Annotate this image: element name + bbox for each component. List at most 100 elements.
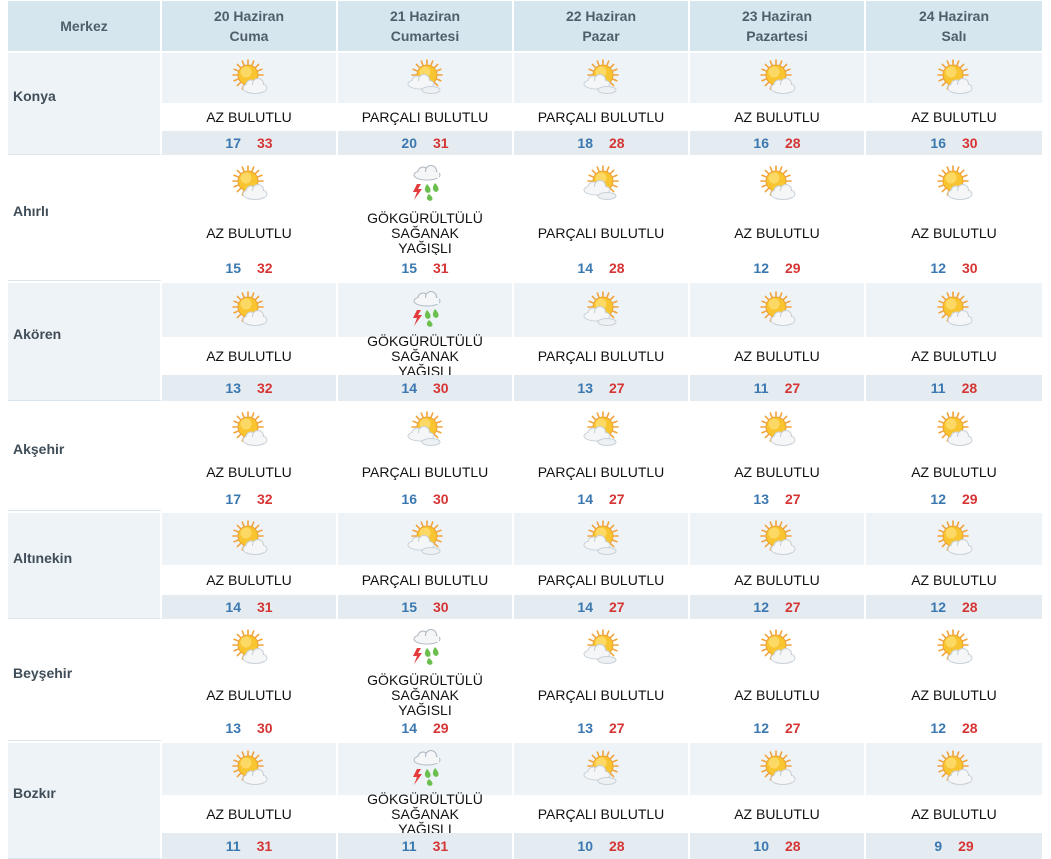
min-temperature: 14 xyxy=(225,599,241,615)
mostly-cloudy-sun-icon xyxy=(514,743,688,795)
max-temperature: 31 xyxy=(257,599,273,615)
max-temperature: 31 xyxy=(256,838,273,854)
temperature-range: 14 27 xyxy=(514,487,688,511)
min-temperature: 14 xyxy=(401,380,417,396)
temperature-range: 18 28 xyxy=(514,131,688,155)
max-temperature: 28 xyxy=(962,599,978,615)
header-day-weekday: Pazar xyxy=(582,28,620,44)
condition-text: AZ BULUTLU xyxy=(866,565,1042,595)
header-day: 24 Haziran Salı xyxy=(866,1,1042,51)
min-temperature: 12 xyxy=(930,491,946,507)
min-temperature: 15 xyxy=(401,260,417,276)
forecast-cell: PARÇALI BULUTLU 10 28 xyxy=(514,743,690,859)
forecast-cell: AZ BULUTLU 14 31 xyxy=(162,513,338,619)
header-day: 23 Haziran Pazartesi xyxy=(690,1,866,51)
forecast-cell: GÖKGÜRÜLTÜLÜ SAĞANAK YAĞIŞLI 11 31 xyxy=(338,743,514,859)
min-temperature: 14 xyxy=(401,720,417,736)
temperature-range: 20 31 xyxy=(338,131,512,155)
partly-cloudy-sun-icon xyxy=(162,743,336,795)
table-row: Konya AZ BULUTLU 17 33 PARÇALI BULUTLU 20 31… xyxy=(8,51,1042,155)
max-temperature: 31 xyxy=(433,135,449,151)
partly-cloudy-sun-icon xyxy=(866,513,1042,565)
temperature-range: 12 28 xyxy=(866,715,1042,741)
min-temperature: 15 xyxy=(401,599,417,615)
max-temperature: 29 xyxy=(433,720,449,736)
min-temperature: 16 xyxy=(401,491,417,507)
min-temperature: 12 xyxy=(753,260,769,276)
header-day: 20 Haziran Cuma xyxy=(162,1,338,51)
mostly-cloudy-sun-icon xyxy=(514,513,688,565)
condition-text: AZ BULUTLU xyxy=(866,211,1042,255)
forecast-cell: GÖKGÜRÜLTÜLÜ SAĞANAK YAĞIŞLI 14 29 xyxy=(338,621,514,741)
header-center: Merkez xyxy=(8,1,162,51)
forecast-cell: PARÇALI BULUTLU 14 27 xyxy=(514,513,690,619)
min-temperature: 17 xyxy=(225,491,241,507)
temperature-range: 16 30 xyxy=(866,131,1042,155)
forecast-cell: AZ BULUTLU 17 32 xyxy=(162,403,338,511)
station-cell: Akören xyxy=(8,283,162,401)
min-temperature: 10 xyxy=(753,838,769,854)
condition-text: GÖKGÜRÜLTÜLÜ SAĞANAK YAĞIŞLI xyxy=(338,672,512,717)
min-temperature: 13 xyxy=(225,720,241,736)
forecast-cell: PARÇALI BULUTLU 13 27 xyxy=(514,283,690,401)
condition-text: PARÇALI BULUTLU xyxy=(514,211,688,255)
min-temperature: 11 xyxy=(930,380,946,396)
max-temperature: 33 xyxy=(257,135,273,151)
condition-text: AZ BULUTLU xyxy=(162,103,336,131)
min-temperature: 16 xyxy=(930,135,946,151)
temperature-range: 16 28 xyxy=(690,131,864,155)
condition-text: AZ BULUTLU xyxy=(866,103,1042,131)
condition-text: AZ BULUTLU xyxy=(690,675,864,715)
table-row: Akören AZ BULUTLU 13 32 GÖKGÜRÜLTÜLÜ SAĞAN… xyxy=(8,281,1042,401)
condition-text: PARÇALI BULUTLU xyxy=(514,795,688,833)
forecast-cell: GÖKGÜRÜLTÜLÜ SAĞANAK YAĞIŞLI 15 31 xyxy=(338,157,514,281)
header-day: 22 Haziran Pazar xyxy=(514,1,690,51)
condition-text: AZ BULUTLU xyxy=(162,795,336,833)
partly-cloudy-sun-icon xyxy=(866,53,1042,103)
temperature-range: 16 30 xyxy=(338,487,512,511)
max-temperature: 30 xyxy=(433,380,449,396)
forecast-cell: AZ BULUTLU 13 30 xyxy=(162,621,338,741)
temperature-range: 11 31 xyxy=(338,833,512,859)
max-temperature: 27 xyxy=(609,720,625,736)
condition-text: AZ BULUTLU xyxy=(866,457,1042,487)
station-cell: Akşehir xyxy=(8,403,162,511)
forecast-cell: PARÇALI BULUTLU 16 30 xyxy=(338,403,514,511)
max-temperature: 28 xyxy=(609,838,625,854)
max-temperature: 27 xyxy=(785,491,801,507)
station-name: Altınekin xyxy=(13,549,73,566)
condition-text: AZ BULUTLU xyxy=(866,675,1042,715)
temperature-range: 13 32 xyxy=(162,375,336,401)
partly-cloudy-sun-icon xyxy=(690,283,864,337)
temperature-range: 11 27 xyxy=(690,375,864,401)
max-temperature: 27 xyxy=(785,599,801,615)
station-cell: Altınekin xyxy=(8,513,162,619)
temperature-range: 11 31 xyxy=(162,833,336,859)
partly-cloudy-sun-icon xyxy=(690,403,864,457)
min-temperature: 12 xyxy=(930,599,946,615)
forecast-cell: AZ BULUTLU 12 28 xyxy=(866,513,1042,619)
condition-text: GÖKGÜRÜLTÜLÜ SAĞANAK YAĞIŞLI xyxy=(338,333,512,378)
min-temperature: 12 xyxy=(753,599,769,615)
min-temperature: 13 xyxy=(577,720,593,736)
condition-text: AZ BULUTLU xyxy=(690,103,864,131)
thunderstorm-rain-icon xyxy=(338,283,512,337)
forecast-cell: AZ BULUTLU 17 33 xyxy=(162,53,338,155)
partly-cloudy-sun-icon xyxy=(162,403,336,457)
temperature-range: 15 30 xyxy=(338,595,512,619)
mostly-cloudy-sun-icon xyxy=(514,403,688,457)
condition-text: PARÇALI BULUTLU xyxy=(514,565,688,595)
max-temperature: 28 xyxy=(609,135,625,151)
mostly-cloudy-sun-icon xyxy=(338,513,512,565)
min-temperature: 11 xyxy=(401,838,417,854)
table-header: Merkez 20 Haziran Cuma 21 Haziran Cumart… xyxy=(8,1,1042,51)
forecast-cell: AZ BULUTLU 11 28 xyxy=(866,283,1042,401)
thunderstorm-rain-icon xyxy=(338,743,512,795)
forecast-cell: AZ BULUTLU 12 29 xyxy=(866,403,1042,511)
header-day: 21 Haziran Cumartesi xyxy=(338,1,514,51)
forecast-cell: AZ BULUTLU 11 31 xyxy=(162,743,338,859)
header-day-date: 21 Haziran xyxy=(389,8,461,24)
temperature-range: 14 28 xyxy=(514,255,688,281)
partly-cloudy-sun-icon xyxy=(866,743,1042,795)
station-cell: Ahırlı xyxy=(8,157,162,281)
